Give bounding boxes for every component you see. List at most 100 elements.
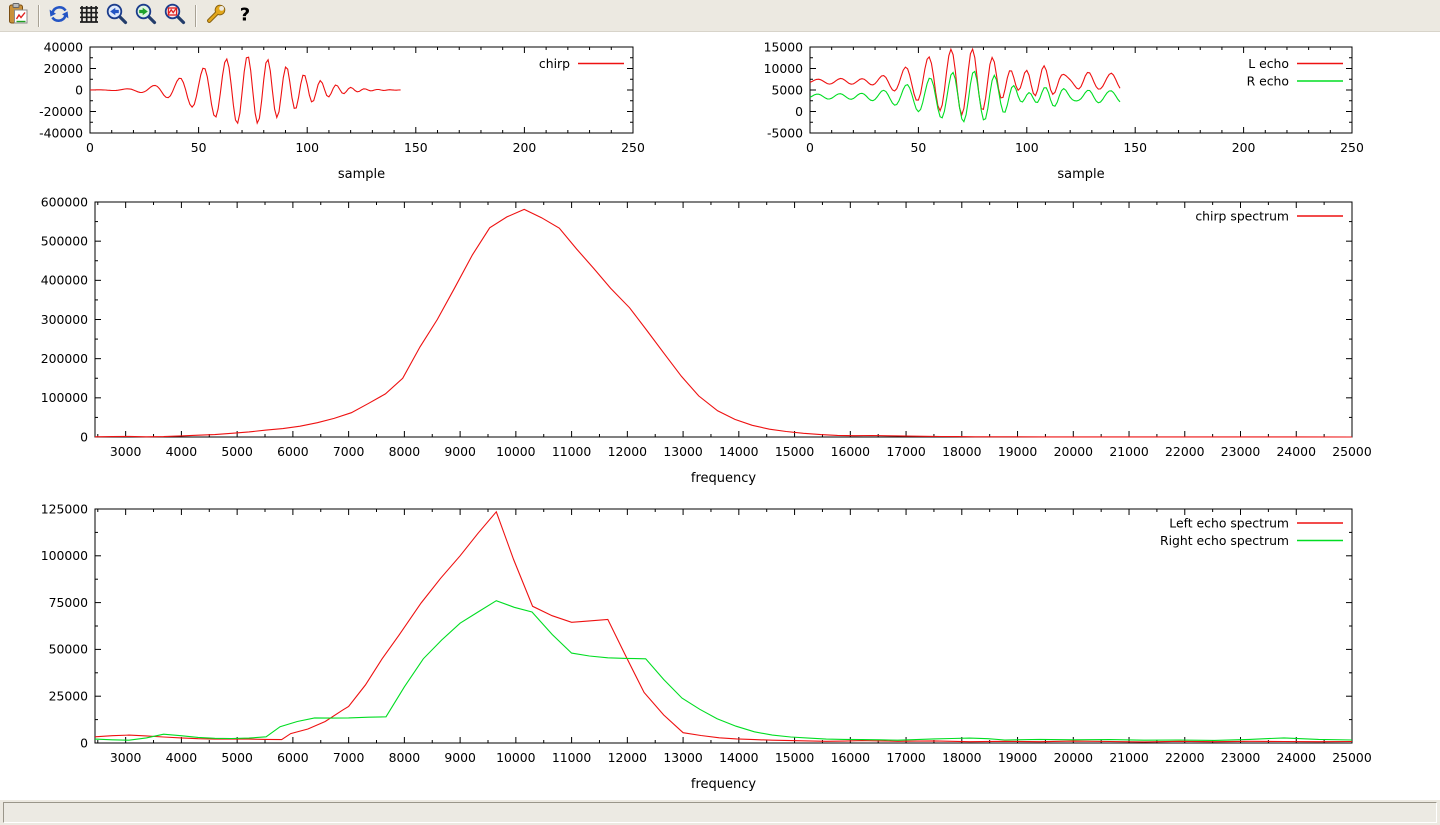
- svg-text:10000: 10000: [764, 61, 804, 76]
- series-right-echo-spectrum: [95, 601, 1352, 741]
- x-axis-label: frequency: [691, 471, 757, 486]
- svg-text:50: 50: [911, 140, 927, 155]
- svg-text:14000: 14000: [719, 444, 759, 459]
- copy-icon: [6, 2, 30, 29]
- zoom-next-button[interactable]: [133, 3, 159, 29]
- svg-text:20000: 20000: [1054, 750, 1094, 765]
- svg-text:5000: 5000: [221, 750, 253, 765]
- x-axis-label: sample: [1057, 167, 1104, 182]
- svg-text:-5000: -5000: [767, 125, 803, 140]
- svg-text:200: 200: [513, 140, 537, 155]
- svg-text:250: 250: [621, 140, 645, 155]
- toggle-grid-button[interactable]: [75, 3, 101, 29]
- series-chirp: [90, 57, 401, 123]
- svg-text:125000: 125000: [41, 501, 88, 516]
- legend-label: Right echo spectrum: [1160, 533, 1289, 548]
- svg-text:25000: 25000: [49, 689, 89, 704]
- toolbar-separator: [195, 5, 197, 27]
- svg-text:5000: 5000: [221, 444, 253, 459]
- legend-label: chirp spectrum: [1195, 208, 1289, 223]
- svg-text:10000: 10000: [496, 750, 536, 765]
- svg-text:3000: 3000: [110, 750, 142, 765]
- legend: L echo R echo: [1247, 56, 1343, 89]
- svg-text:12000: 12000: [608, 750, 648, 765]
- help-button[interactable]: ?: [232, 3, 258, 29]
- configure-button[interactable]: [203, 3, 229, 29]
- gnuplot-multiplot[interactable]: 050100150200250-40000-2000002000040000sa…: [0, 33, 1440, 800]
- plot-chirp-spectrum[interactable]: 3000400050006000700080009000100001100012…: [41, 194, 1372, 486]
- svg-text:22000: 22000: [1165, 444, 1205, 459]
- svg-text:14000: 14000: [719, 750, 759, 765]
- svg-text:4000: 4000: [166, 750, 198, 765]
- svg-text:17000: 17000: [886, 444, 926, 459]
- legend-label: L echo: [1248, 56, 1289, 71]
- svg-text:21000: 21000: [1109, 750, 1149, 765]
- svg-text:20000: 20000: [1054, 444, 1094, 459]
- axis-tick-labels: 3000400050006000700080009000100001100012…: [41, 194, 1372, 459]
- svg-text:300000: 300000: [41, 312, 88, 327]
- svg-text:0: 0: [80, 429, 88, 444]
- svg-text:40000: 40000: [44, 39, 84, 54]
- autoscale-button[interactable]: [162, 3, 188, 29]
- svg-text:150: 150: [404, 140, 428, 155]
- svg-text:11000: 11000: [552, 444, 592, 459]
- svg-text:16000: 16000: [831, 750, 871, 765]
- svg-text:8000: 8000: [389, 444, 421, 459]
- axis-ticks: [95, 202, 1352, 437]
- plot-echo-signals[interactable]: 050100150200250-5000050001000015000sampl…: [764, 39, 1364, 182]
- legend: chirp: [539, 56, 624, 71]
- svg-text:4000: 4000: [166, 444, 198, 459]
- wrench-icon: [204, 2, 228, 29]
- legend-label: R echo: [1247, 73, 1289, 88]
- svg-text:23000: 23000: [1221, 750, 1261, 765]
- zoom-next-icon: [134, 2, 158, 29]
- svg-text:100000: 100000: [41, 548, 88, 563]
- svg-text:50000: 50000: [49, 642, 89, 657]
- svg-text:18000: 18000: [942, 750, 982, 765]
- plot-border: [95, 202, 1352, 437]
- svg-text:15000: 15000: [764, 39, 804, 54]
- svg-text:-20000: -20000: [39, 104, 83, 119]
- status-bar-text: [3, 802, 1437, 823]
- x-axis-label: frequency: [691, 777, 757, 792]
- legend: chirp spectrum: [1195, 208, 1343, 223]
- svg-text:25000: 25000: [1332, 444, 1372, 459]
- svg-text:19000: 19000: [998, 750, 1038, 765]
- zoom-previous-button[interactable]: [104, 3, 130, 29]
- plot-chirp-signal[interactable]: 050100150200250-40000-2000002000040000sa…: [39, 39, 645, 182]
- svg-text:8000: 8000: [389, 750, 421, 765]
- svg-text:75000: 75000: [49, 595, 89, 610]
- svg-text:400000: 400000: [41, 273, 88, 288]
- svg-text:150: 150: [1123, 140, 1147, 155]
- svg-text:11000: 11000: [552, 750, 592, 765]
- copy-to-clipboard-button[interactable]: [5, 3, 31, 29]
- grid-icon: [76, 2, 100, 29]
- plot-echo-spectra[interactable]: 3000400050006000700080009000100001100012…: [41, 501, 1372, 792]
- svg-text:50: 50: [191, 140, 207, 155]
- svg-text:25000: 25000: [1332, 750, 1372, 765]
- series-l-echo: [810, 49, 1120, 115]
- legend-label: chirp: [539, 56, 570, 71]
- svg-text:24000: 24000: [1277, 444, 1317, 459]
- svg-text:100000: 100000: [41, 390, 88, 405]
- svg-text:13000: 13000: [663, 444, 703, 459]
- svg-text:100: 100: [295, 140, 319, 155]
- svg-text:16000: 16000: [831, 444, 871, 459]
- plot-canvas[interactable]: 050100150200250-40000-2000002000040000sa…: [0, 33, 1440, 800]
- svg-text:21000: 21000: [1109, 444, 1149, 459]
- svg-text:17000: 17000: [886, 750, 926, 765]
- replot-icon: [47, 2, 71, 29]
- svg-text:23000: 23000: [1221, 444, 1261, 459]
- svg-text:24000: 24000: [1277, 750, 1317, 765]
- zoom-previous-icon: [105, 2, 129, 29]
- svg-text:0: 0: [86, 140, 94, 155]
- replot-button[interactable]: [46, 3, 72, 29]
- help-icon: ?: [233, 2, 257, 29]
- svg-text:22000: 22000: [1165, 750, 1205, 765]
- svg-text:6000: 6000: [277, 444, 309, 459]
- svg-text:3000: 3000: [110, 444, 142, 459]
- svg-text:100: 100: [1015, 140, 1039, 155]
- legend-label: Left echo spectrum: [1169, 515, 1289, 530]
- svg-text:13000: 13000: [663, 750, 703, 765]
- autoscale-icon: [163, 2, 187, 29]
